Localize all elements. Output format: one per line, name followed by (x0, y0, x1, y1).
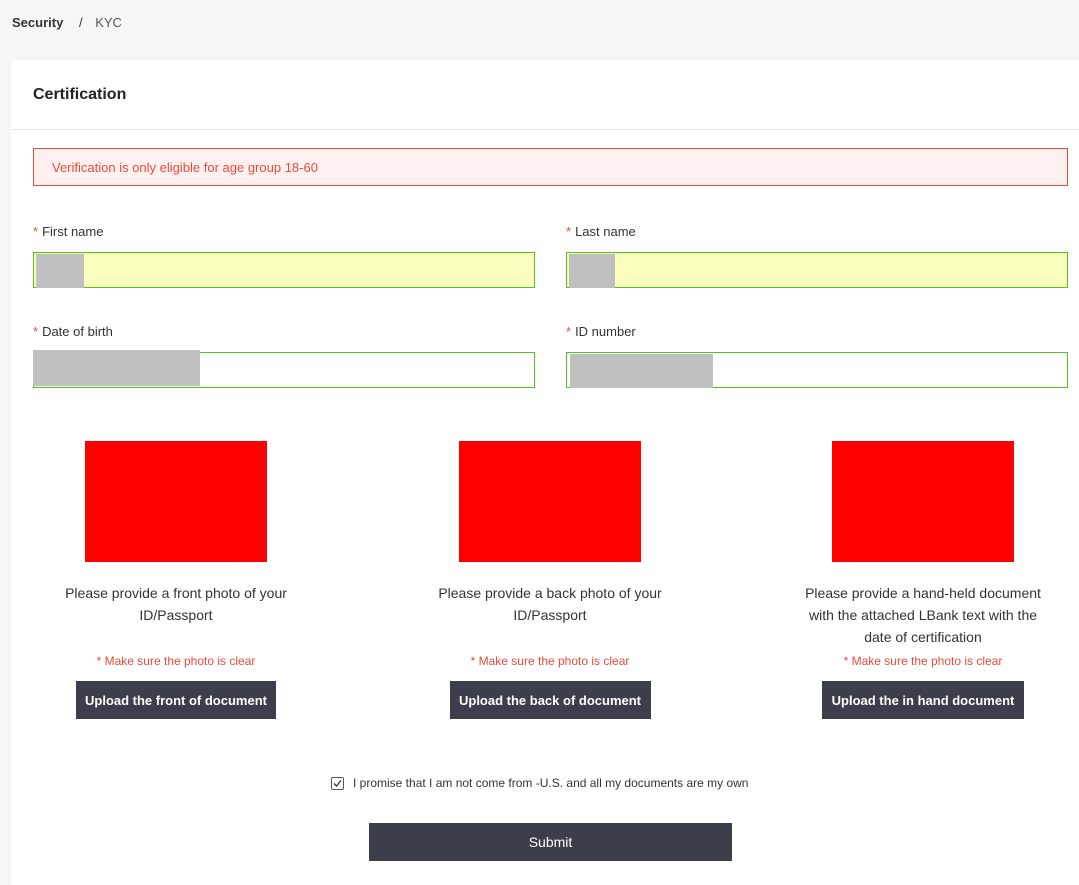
first-name-field: * First name (33, 224, 535, 288)
front-document-preview (85, 441, 267, 562)
breadcrumb-kyc: KYC (95, 15, 122, 30)
required-mark: * (33, 324, 39, 339)
card-header: Certification (11, 60, 1079, 130)
check-icon (333, 779, 342, 787)
certification-card: Certification Verification is only eligi… (11, 60, 1079, 885)
page-title: Certification (33, 85, 127, 103)
age-alert: Verification is only eligible for age gr… (33, 148, 1068, 186)
upload-in-hand-section: Please provide a hand-held document with… (773, 441, 1073, 719)
redacted-block (33, 350, 200, 386)
upload-front-button[interactable]: Upload the front of document (76, 681, 276, 719)
redacted-block (36, 254, 84, 288)
id-number-field: * ID number (566, 324, 1068, 388)
date-of-birth-field: * Date of birth (33, 324, 535, 388)
first-name-input[interactable] (33, 252, 535, 288)
agreement-row: I promise that I am not come from -U.S. … (331, 776, 748, 790)
agreement-text: I promise that I am not come from -U.S. … (353, 776, 749, 790)
required-mark: * (33, 224, 39, 239)
first-name-label: * First name (33, 224, 104, 239)
redacted-block (569, 254, 615, 288)
required-mark: * (566, 224, 572, 239)
required-mark: * (566, 324, 572, 339)
id-number-label: * ID number (566, 324, 636, 339)
last-name-label: * Last name (566, 224, 636, 239)
breadcrumb-security-link[interactable]: Security (12, 15, 63, 30)
upload-front-description: Please provide a front photo of your ID/… (65, 585, 287, 623)
breadcrumb: Security / KYC (12, 15, 122, 31)
date-of-birth-label: * Date of birth (33, 324, 113, 339)
upload-in-hand-button[interactable]: Upload the in hand document (822, 681, 1024, 719)
upload-back-description: Please provide a back photo of your ID/P… (438, 585, 662, 623)
breadcrumb-separator: / (78, 15, 83, 30)
back-document-preview (459, 441, 641, 562)
age-alert-text: Verification is only eligible for age gr… (52, 159, 318, 175)
upload-in-hand-hint: * Make sure the photo is clear (843, 654, 1003, 668)
agreement-checkbox[interactable] (331, 776, 344, 790)
upload-in-hand-description: Please provide a hand-held document with… (805, 585, 1041, 645)
upload-front-hint: * Make sure the photo is clear (96, 654, 256, 668)
upload-back-button[interactable]: Upload the back of document (449, 681, 651, 719)
last-name-field: * Last name (566, 224, 1068, 288)
redacted-block (570, 354, 713, 388)
submit-button[interactable]: Submit (369, 823, 732, 861)
upload-back-section: Please provide a back photo of your ID/P… (400, 441, 700, 719)
upload-back-hint: * Make sure the photo is clear (470, 654, 630, 668)
in-hand-document-preview (832, 441, 1014, 562)
last-name-input[interactable] (566, 252, 1068, 288)
upload-front-section: Please provide a front photo of your ID/… (26, 441, 326, 719)
